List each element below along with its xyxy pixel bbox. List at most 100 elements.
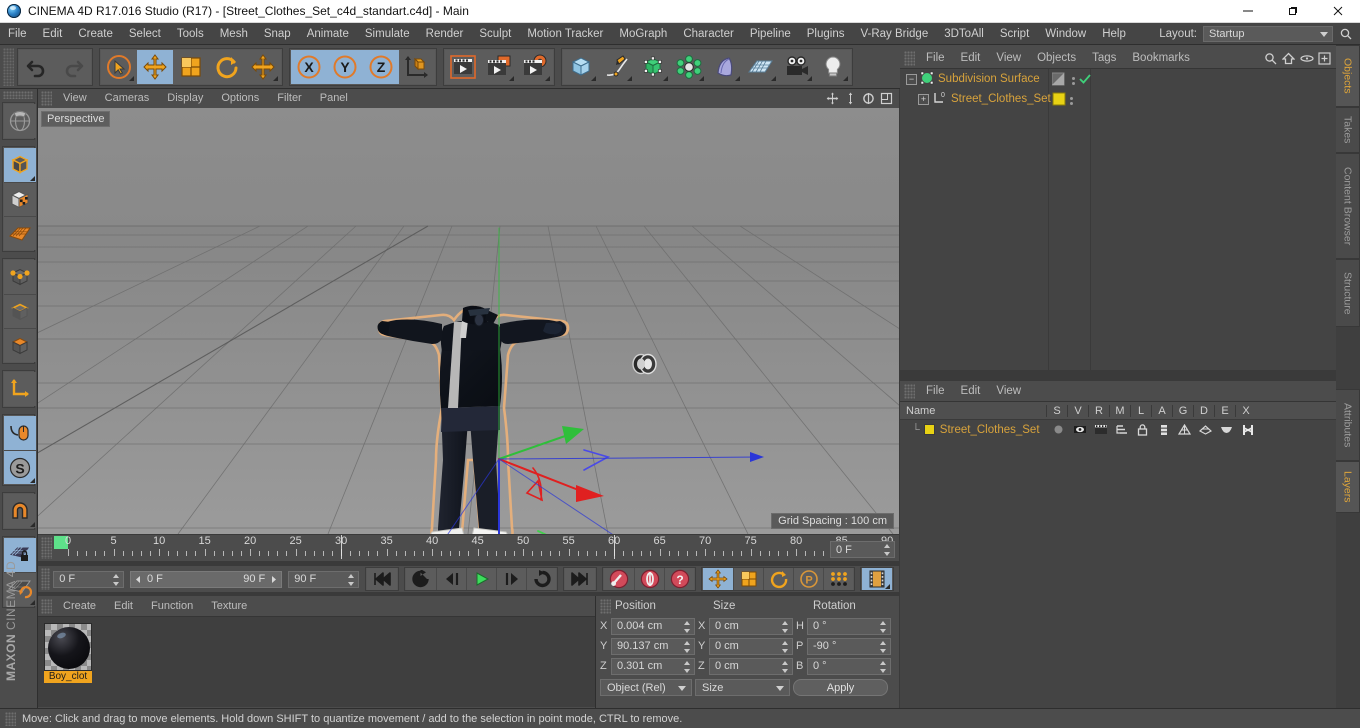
object-row-street-clothes-set[interactable]: + 0 Street_Clothes_Set xyxy=(900,89,1336,109)
material-menu-function[interactable]: Function xyxy=(142,596,202,616)
add-generator-button[interactable] xyxy=(635,49,671,84)
menu-edit[interactable]: Edit xyxy=(35,23,71,45)
add-scene-element-button[interactable] xyxy=(707,49,743,84)
perspective-viewport[interactable]: Perspective Grid Spacing : 100 cm xyxy=(38,108,899,534)
spinner-icon[interactable] xyxy=(880,640,887,653)
step-forward-button[interactable] xyxy=(496,568,527,590)
maximize-button[interactable] xyxy=(1270,0,1315,23)
enable-axis-icon[interactable] xyxy=(4,372,36,406)
spinner-icon[interactable] xyxy=(782,620,789,633)
menu-sculpt[interactable]: Sculpt xyxy=(471,23,519,45)
search-icon[interactable] xyxy=(1336,25,1356,43)
redo-button[interactable] xyxy=(55,49,91,84)
size-mode-select[interactable]: Size xyxy=(695,679,790,696)
material-menu-edit[interactable]: Edit xyxy=(105,596,142,616)
menu-script[interactable]: Script xyxy=(992,23,1037,45)
viewport-menu-panel[interactable]: Panel xyxy=(311,89,357,108)
key-parameter-button[interactable]: P xyxy=(793,568,824,590)
texture-mode-icon[interactable] xyxy=(4,182,36,216)
key-scale-button[interactable] xyxy=(733,568,764,590)
snap-s-icon[interactable]: S xyxy=(4,450,36,484)
rotation-h-field[interactable]: 0 ° xyxy=(807,617,891,635)
object-name[interactable]: Street_Clothes_Set xyxy=(951,93,1051,105)
layer-name[interactable]: Street_Clothes_Set xyxy=(940,424,1040,436)
tab-objects[interactable]: Objects xyxy=(1336,45,1360,107)
preview-end-field[interactable]: 90 F xyxy=(288,570,360,588)
menu-3dtoall[interactable]: 3DToAll xyxy=(936,23,992,45)
add-cube-primitive-button[interactable] xyxy=(563,49,599,84)
rotate-view-icon[interactable] xyxy=(861,91,876,106)
timeline-track[interactable]: 051015202530354045505560657075808590 xyxy=(54,535,899,559)
material-manager-grip[interactable] xyxy=(41,598,52,614)
record-keyframe-button[interactable] xyxy=(604,568,635,590)
enable-dots-icon[interactable] xyxy=(1070,96,1073,105)
pan-view-icon[interactable] xyxy=(825,91,840,106)
object-manager-grip[interactable] xyxy=(904,50,915,66)
rotation-b-field[interactable]: 0 ° xyxy=(807,657,891,675)
preview-start-field[interactable]: 0 F xyxy=(53,570,124,588)
timeline-playhead[interactable] xyxy=(341,535,342,559)
edge-mode-icon[interactable] xyxy=(4,294,36,328)
size-z-field[interactable]: 0 cm xyxy=(709,657,793,675)
layer-menu-edit[interactable]: Edit xyxy=(953,381,989,401)
autokey-button[interactable] xyxy=(634,568,665,590)
spinner-icon[interactable] xyxy=(884,544,891,556)
menu-create[interactable]: Create xyxy=(70,23,121,45)
current-frame-field[interactable]: 0 F xyxy=(830,541,895,558)
add-deformer-button[interactable] xyxy=(671,49,707,84)
material-menu-create[interactable]: Create xyxy=(54,596,105,616)
menu-snap[interactable]: Snap xyxy=(256,23,299,45)
solo-toggle-icon[interactable] xyxy=(1048,422,1069,437)
layer-color-swatch[interactable] xyxy=(923,424,935,435)
render-region-button[interactable] xyxy=(481,49,517,84)
play-button[interactable] xyxy=(466,568,497,590)
viewport-solo-mouse-icon[interactable] xyxy=(4,416,36,450)
tab-attributes[interactable]: Attributes xyxy=(1336,389,1360,461)
lock-toggle-icon[interactable] xyxy=(1132,422,1153,437)
enable-dots-icon[interactable] xyxy=(1072,76,1075,85)
scale-tool-button[interactable] xyxy=(173,49,209,84)
object-tree[interactable]: − Subdivision Surface + 0 Street_Clothes… xyxy=(900,68,1336,371)
apply-button[interactable]: Apply xyxy=(793,679,888,696)
eye-icon[interactable] xyxy=(1299,51,1314,66)
object-menu-tags[interactable]: Tags xyxy=(1084,48,1124,68)
layer-list[interactable]: Name S V R M L A G D E X └ Street_Clothe… xyxy=(900,401,1336,708)
menu-render[interactable]: Render xyxy=(418,23,472,45)
material-item[interactable]: Boy_clot xyxy=(44,623,92,683)
viewport-menu-display[interactable]: Display xyxy=(158,89,212,108)
expression-toggle-icon[interactable] xyxy=(1216,422,1237,437)
rotation-p-field[interactable]: -90 ° xyxy=(807,637,891,655)
menu-plugins[interactable]: Plugins xyxy=(799,23,853,45)
object-name[interactable]: Subdivision Surface xyxy=(938,73,1040,85)
viewport-grip[interactable] xyxy=(41,91,52,106)
xref-toggle-icon[interactable] xyxy=(1237,422,1258,437)
spinner-icon[interactable] xyxy=(880,620,887,633)
polygon-grid-icon[interactable] xyxy=(4,216,36,250)
toolbar-grip[interactable] xyxy=(3,47,14,86)
timeline-grip[interactable] xyxy=(41,537,52,559)
menu-pipeline[interactable]: Pipeline xyxy=(742,23,799,45)
tab-content-browser[interactable]: Content Browser xyxy=(1336,153,1360,259)
add-panel-icon[interactable] xyxy=(1317,51,1332,66)
object-menu-objects[interactable]: Objects xyxy=(1029,48,1084,68)
menu-select[interactable]: Select xyxy=(121,23,169,45)
spinner-icon[interactable] xyxy=(684,660,691,673)
generator-toggle-icon[interactable] xyxy=(1174,422,1195,437)
check-icon[interactable] xyxy=(1079,73,1091,88)
material-name[interactable]: Boy_clot xyxy=(44,671,92,683)
menu-mograph[interactable]: MoGraph xyxy=(611,23,675,45)
move-tool-button[interactable] xyxy=(137,49,173,84)
menu-animate[interactable]: Animate xyxy=(299,23,357,45)
position-y-field[interactable]: 90.137 cm xyxy=(611,637,695,655)
model-mode-icon[interactable] xyxy=(4,148,36,182)
undo-button[interactable] xyxy=(19,49,55,84)
open-timeline-button[interactable] xyxy=(862,568,893,590)
home-icon[interactable] xyxy=(1281,51,1296,66)
left-toolbar-grip[interactable] xyxy=(3,91,33,99)
material-menu-texture[interactable]: Texture xyxy=(202,596,256,616)
object-menu-view[interactable]: View xyxy=(988,48,1029,68)
position-z-field[interactable]: 0.301 cm xyxy=(611,657,695,675)
render-toggle-icon[interactable] xyxy=(1090,422,1111,437)
menu-vray-bridge[interactable]: V-Ray Bridge xyxy=(852,23,936,45)
add-spline-button[interactable] xyxy=(599,49,635,84)
